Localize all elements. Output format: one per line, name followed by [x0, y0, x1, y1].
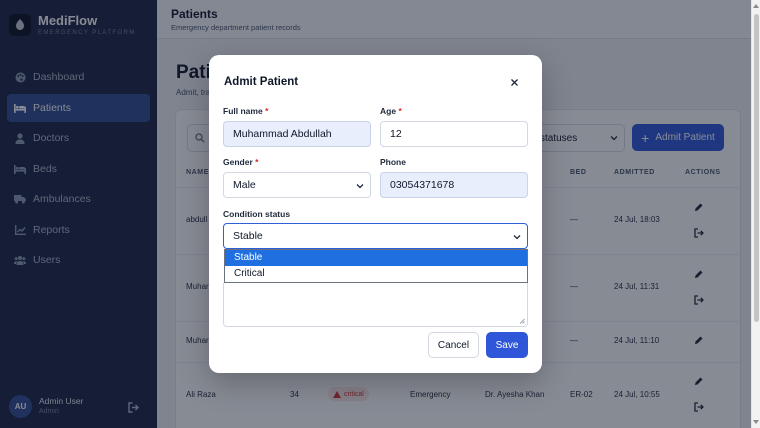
phone-label: Phone	[380, 157, 406, 167]
required-mark: *	[255, 157, 259, 167]
notes-textarea[interactable]	[223, 283, 528, 327]
dropdown-option-stable[interactable]: Stable	[225, 250, 527, 266]
admit-patient-modal: Admit Patient Full name * Muhammad Abdul…	[209, 55, 542, 373]
scrollbar[interactable]	[751, 0, 760, 428]
scrollbar-thumb[interactable]	[754, 14, 759, 322]
required-mark: *	[398, 106, 402, 116]
phone-value: 03054371678	[390, 179, 455, 191]
condition-status-value: Stable	[233, 230, 263, 242]
scroll-down-icon[interactable]	[753, 420, 759, 424]
gender-value: Male	[233, 179, 256, 191]
gender-label-text: Gender	[223, 157, 253, 167]
condition-status-dropdown: Stable Critical	[224, 249, 528, 283]
chevron-down-icon	[356, 184, 364, 189]
chevron-down-icon	[513, 235, 521, 240]
phone-input[interactable]: 03054371678	[380, 172, 528, 198]
full-name-label-text: Full name	[223, 106, 263, 116]
modal-title: Admit Patient	[224, 76, 299, 88]
age-input[interactable]: 12	[380, 121, 528, 147]
resize-grip-icon[interactable]	[519, 318, 525, 324]
gender-label: Gender *	[223, 157, 258, 167]
scroll-up-icon[interactable]	[753, 4, 759, 8]
age-value: 12	[390, 128, 402, 140]
gender-select[interactable]: Male	[223, 172, 371, 198]
full-name-label: Full name *	[223, 106, 268, 116]
required-mark: *	[265, 106, 269, 116]
close-icon[interactable]	[508, 76, 520, 88]
condition-status-select[interactable]: Stable	[223, 223, 528, 249]
cancel-button[interactable]: Cancel	[428, 332, 479, 358]
save-button[interactable]: Save	[486, 332, 528, 358]
age-label: Age *	[380, 106, 402, 116]
dropdown-option-critical[interactable]: Critical	[225, 266, 527, 282]
full-name-value: Muhammad Abdullah	[233, 128, 332, 140]
condition-status-label: Condition status	[223, 209, 291, 219]
full-name-input[interactable]: Muhammad Abdullah	[223, 121, 371, 147]
age-label-text: Age	[380, 106, 397, 116]
